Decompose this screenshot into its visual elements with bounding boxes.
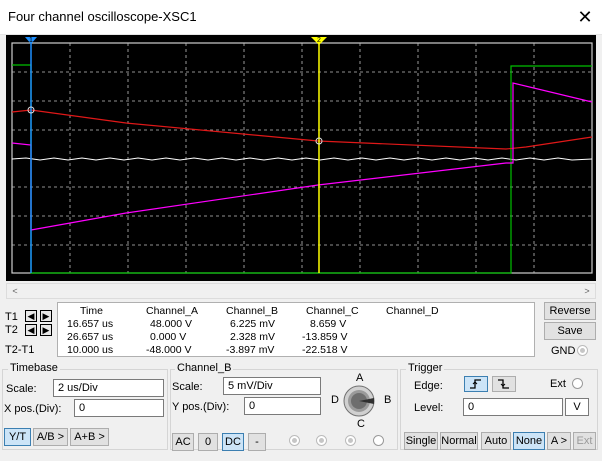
t1-label: T1: [5, 311, 18, 323]
scroll-right-icon[interactable]: >: [579, 284, 595, 298]
level-field[interactable]: 0: [463, 398, 563, 416]
edge-label: Edge:: [414, 380, 443, 392]
t1-time: 16.657 us: [67, 318, 114, 330]
xpos-label: X pos.(Div):: [4, 403, 62, 415]
t1-right-button[interactable]: ▶: [40, 310, 52, 322]
knob-label-a: A: [356, 372, 364, 384]
t2-time: 26.657 us: [67, 331, 114, 343]
t2-label: T2: [5, 324, 18, 336]
diff-time: 10.000 us: [67, 344, 114, 356]
ext-radio[interactable]: [572, 378, 583, 389]
channel-title: Channel_B: [175, 362, 234, 374]
reverse-button[interactable]: Reverse: [544, 302, 596, 320]
t2-channel-a: 0.000 V: [150, 331, 187, 343]
horizontal-scrollbar[interactable]: < >: [6, 283, 596, 299]
header-channel-b: Channel_B: [226, 305, 278, 317]
gnd-radio[interactable]: [577, 345, 588, 356]
rising-edge-button[interactable]: [464, 376, 488, 392]
diff-channel-c: -22.518 V: [302, 344, 348, 356]
diff-channel-b: -3.897 mV: [226, 344, 275, 356]
falling-edge-icon: [498, 379, 509, 389]
cursor-1-handle-label: 1: [29, 37, 33, 44]
diff-channel-a: -48.000 V: [146, 344, 192, 356]
trigger-ext-button[interactable]: Ext: [573, 432, 596, 450]
header-time: Time: [80, 305, 103, 317]
channel-d-radio[interactable]: [373, 435, 384, 446]
channel-c-radio[interactable]: [345, 435, 356, 446]
trigger-normal-button[interactable]: Normal: [440, 432, 478, 450]
level-unit-field[interactable]: V: [565, 398, 589, 416]
channel-b-radio[interactable]: [316, 435, 327, 446]
t1-channel-a: 48.000 V: [150, 318, 193, 330]
level-label: Level:: [414, 402, 444, 414]
scroll-left-icon[interactable]: <: [7, 284, 23, 298]
t1-channel-c: 8.659 V: [310, 318, 347, 330]
channel-a-radio[interactable]: [289, 435, 300, 446]
trigger-auto-button[interactable]: Auto: [481, 432, 511, 450]
cursor-2-handle-label: 2: [317, 37, 321, 44]
t1-channel-b: 6.225 mV: [230, 318, 275, 330]
t2-t1-label: T2-T1: [5, 344, 35, 356]
t2-right-button[interactable]: ▶: [40, 324, 52, 336]
mode-ab-button[interactable]: A/B >: [33, 428, 68, 446]
timebase-title: Timebase: [8, 362, 60, 374]
timebase-scale-field[interactable]: 2 us/Div: [53, 379, 164, 397]
ypos-label: Y pos.(Div):: [172, 401, 230, 413]
channel-knob-icon[interactable]: [342, 384, 376, 418]
timebase-scale-label: Scale:: [6, 383, 37, 395]
gnd-label: GND: [551, 345, 576, 357]
trigger-single-button[interactable]: Single: [404, 432, 438, 450]
coupling-zero-button[interactable]: 0: [198, 433, 218, 451]
trigger-title: Trigger: [406, 362, 445, 374]
close-icon[interactable]: ✕: [574, 6, 596, 28]
title-bar: Four channel oscilloscope-XSC1 ✕: [0, 0, 602, 35]
header-channel-a: Channel_A: [146, 305, 198, 317]
t2-left-button[interactable]: ◀: [25, 324, 37, 336]
knob-label-b: B: [384, 394, 392, 406]
waveform-display: 1 2: [6, 35, 596, 281]
coupling-invert-button[interactable]: -: [248, 433, 266, 451]
trigger-none-button[interactable]: None: [513, 432, 545, 450]
knob-label-c: C: [357, 418, 365, 430]
readout-table: Time Channel_A Channel_B Channel_C Chann…: [57, 302, 535, 357]
channel-scale-field[interactable]: 5 mV/Div: [223, 377, 321, 395]
header-channel-c: Channel_C: [306, 305, 359, 317]
coupling-dc-button[interactable]: DC: [222, 433, 244, 451]
t2-channel-b: 2.328 mV: [230, 331, 275, 343]
rising-edge-icon: [470, 379, 481, 389]
window-title: Four channel oscilloscope-XSC1: [8, 9, 197, 24]
header-channel-d: Channel_D: [386, 305, 439, 317]
t2-channel-c: -13.859 V: [302, 331, 348, 343]
ext-label: Ext: [550, 378, 566, 390]
mode-yt-button[interactable]: Y/T: [4, 428, 31, 446]
scope-screen: 1 2: [6, 35, 596, 281]
xpos-field[interactable]: 0: [74, 399, 164, 417]
mode-a-plus-b-button[interactable]: A+B >: [70, 428, 109, 446]
falling-edge-button[interactable]: [492, 376, 516, 392]
ypos-field[interactable]: 0: [244, 397, 321, 415]
save-button[interactable]: Save: [544, 322, 596, 340]
trigger-source-a-button[interactable]: A >: [547, 432, 571, 450]
coupling-ac-button[interactable]: AC: [172, 433, 194, 451]
channel-scale-label: Scale:: [172, 381, 203, 393]
knob-label-d: D: [331, 394, 339, 406]
t1-left-button[interactable]: ◀: [25, 310, 37, 322]
